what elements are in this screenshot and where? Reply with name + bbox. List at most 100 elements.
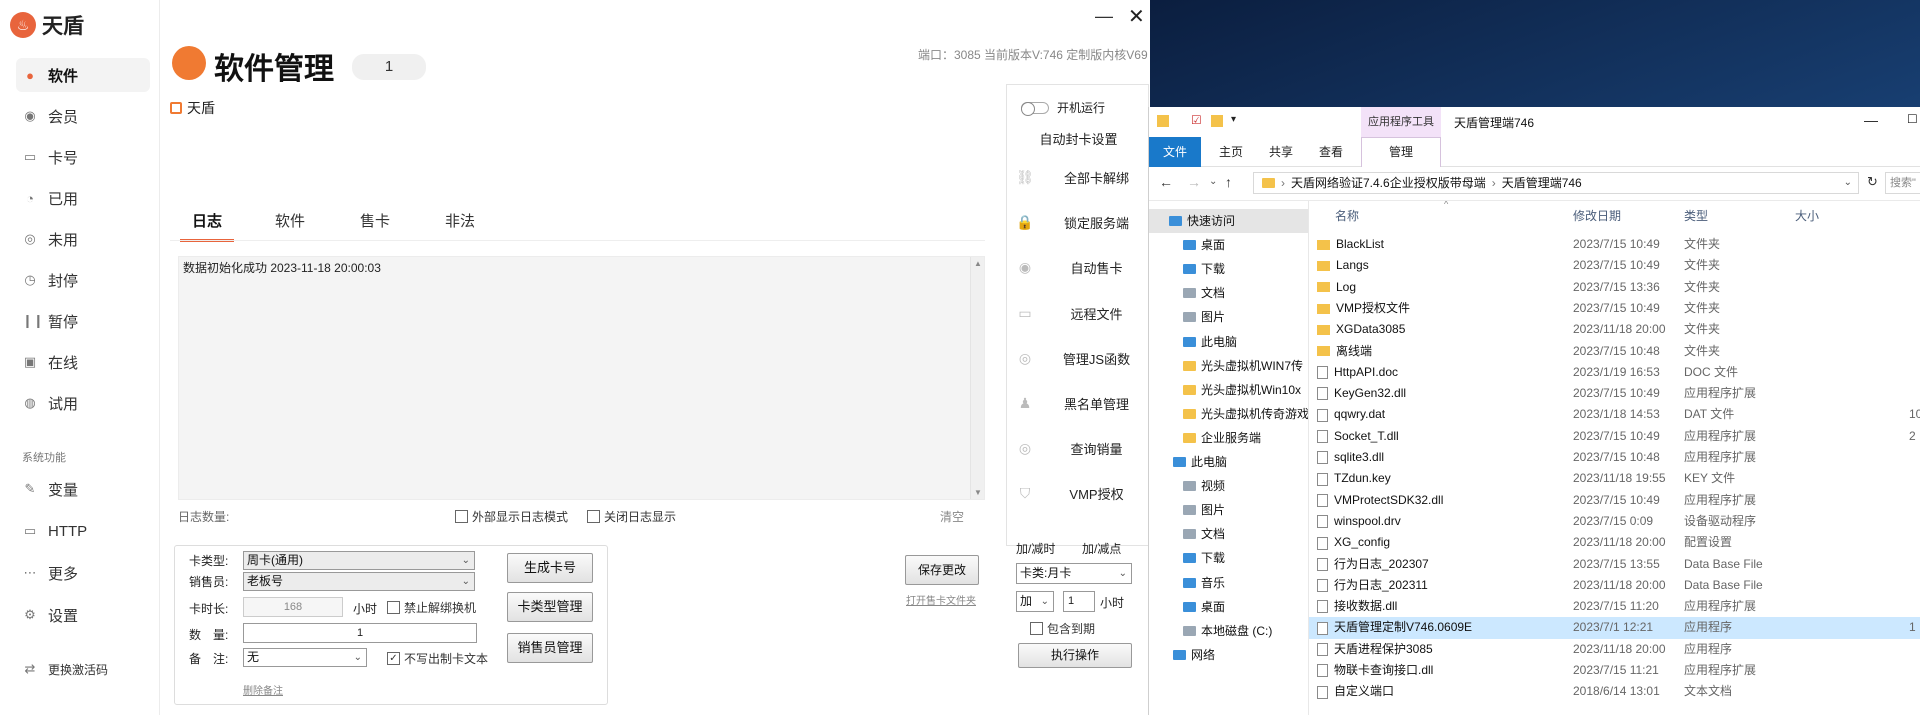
scroll-down-icon[interactable]: ▼ <box>974 488 982 497</box>
column-name[interactable]: 名称 <box>1335 207 1359 224</box>
clear-log-link[interactable]: 清空 <box>940 508 964 525</box>
file-row[interactable]: 天盾管理定制V746.0609E 2023/7/1 12:21 应用程序 1 <box>1309 617 1920 639</box>
ribbon-tab-file[interactable]: 文件 <box>1149 137 1201 167</box>
log-area[interactable]: 数据初始化成功 2023-11-18 20:00:03 ▲ ▼ <box>178 256 985 500</box>
nav-pane-item[interactable]: 文档 <box>1149 281 1308 305</box>
explorer-maximize-button[interactable]: ☐ <box>1907 112 1918 126</box>
sidebar-item-member[interactable]: ◉ 会员 <box>16 99 150 133</box>
sidebar-item-settings[interactable]: ⚙ 设置 <box>16 598 150 632</box>
nav-pane-item[interactable]: 光头虚拟机传奇游戏 <box>1149 402 1308 426</box>
back-icon[interactable]: ← <box>1159 174 1173 190</box>
nav-pane-item[interactable]: 桌面 <box>1149 233 1308 257</box>
no-write-card-text-checkbox[interactable]: ✓ 不写出制卡文本 <box>387 650 488 667</box>
execute-button[interactable]: 执行操作 <box>1018 643 1132 668</box>
right-action-auto-sell[interactable]: ◉ 自动售卡 <box>1007 245 1150 290</box>
minimize-button[interactable]: — <box>1095 6 1113 27</box>
nav-pane-item[interactable]: 此电脑 <box>1149 330 1308 354</box>
sidebar-item-software[interactable]: ● 软件 <box>16 58 150 92</box>
right-action-lock[interactable]: 🔒 锁定服务端 <box>1007 200 1150 245</box>
include-expired-checkbox[interactable]: 包含到期 <box>1030 620 1095 637</box>
right-action-query[interactable]: ◎ 查询销量 <box>1007 426 1150 471</box>
file-row[interactable]: XG_config 2023/11/18 20:00 配置设置 <box>1309 532 1920 553</box>
file-row[interactable]: sqlite3.dll 2023/7/15 10:48 应用程序扩展 <box>1309 447 1920 468</box>
quantity-input[interactable]: 1 <box>243 623 477 643</box>
tab-illegal[interactable]: 非法 <box>433 210 487 239</box>
external-log-mode-checkbox[interactable]: 外部显示日志模式 <box>455 508 568 525</box>
file-row[interactable]: 行为日志_202307 2023/7/15 13:55 Data Base File <box>1309 554 1920 575</box>
file-row[interactable]: 离线端 2023/7/15 10:48 文件夹 <box>1309 341 1920 362</box>
properties-icon[interactable]: ☑ <box>1191 113 1202 127</box>
quick-access-dropdown-icon[interactable]: ▾ <box>1231 114 1236 125</box>
recent-locations-icon[interactable]: ⌄ <box>1209 176 1217 187</box>
auto-ban-settings-button[interactable]: 自动封卡设置 <box>1007 129 1150 148</box>
card-type-manage-button[interactable]: 卡类型管理 <box>507 592 593 622</box>
file-row[interactable]: 物联卡查询接口.dll 2023/7/15 11:21 应用程序扩展 <box>1309 660 1920 681</box>
file-row[interactable]: HttpAPI.doc 2023/1/19 16:53 DOC 文件 <box>1309 362 1920 383</box>
file-row[interactable]: Langs 2023/7/15 10:49 文件夹 <box>1309 255 1920 276</box>
nav-pane-item[interactable]: 光头虚拟机WIN7传 <box>1149 354 1308 378</box>
note-select[interactable]: 无 ⌄ <box>243 648 367 667</box>
sidebar-item-unused[interactable]: ◎ 未用 <box>16 222 150 256</box>
column-size[interactable]: 大小 <box>1795 207 1819 224</box>
no-unbind-checkbox[interactable]: 禁止解绑换机 <box>387 599 476 616</box>
startup-toggle[interactable]: 开机运行 <box>1021 99 1105 116</box>
tab-log[interactable]: 日志 <box>180 210 235 242</box>
nav-pane-item[interactable]: 快速访问 <box>1149 209 1308 233</box>
tab-software[interactable]: 软件 <box>263 210 317 239</box>
ribbon-tab-manage[interactable]: 管理 <box>1361 137 1441 167</box>
card-type-filter-select[interactable]: 卡类:月卡 ⌄ <box>1016 563 1132 584</box>
right-action-blacklist[interactable]: ♟ 黑名单管理 <box>1007 381 1150 426</box>
nav-pane-item[interactable]: 本地磁盘 (C:) <box>1149 619 1308 643</box>
nav-pane-item[interactable]: 文档 <box>1149 522 1308 546</box>
forward-icon[interactable]: → <box>1187 174 1201 190</box>
refresh-icon[interactable]: ↻ <box>1867 174 1878 190</box>
address-bar[interactable]: › 天盾网络验证7.4.6企业授权版带母端 › 天盾管理端746 ⌄ <box>1253 172 1859 194</box>
new-folder-icon[interactable] <box>1211 115 1223 127</box>
file-row[interactable]: VMProtectSDK32.dll 2023/7/15 10:49 应用程序扩展 <box>1309 490 1920 511</box>
file-row[interactable]: 接收数据.dll 2023/7/15 11:20 应用程序扩展 <box>1309 596 1920 617</box>
open-card-folder-link[interactable]: 打开售卡文件夹 <box>906 592 976 607</box>
seller-select[interactable]: 老板号 ⌄ <box>243 572 475 591</box>
up-icon[interactable]: ↑ <box>1225 174 1232 190</box>
right-action-unlink[interactable]: ⛓ 全部卡解绑 <box>1007 155 1150 200</box>
sidebar-item-card[interactable]: ▭ 卡号 <box>16 140 150 174</box>
nav-pane-item[interactable]: 桌面 <box>1149 595 1308 619</box>
sidebar-item-trial[interactable]: ◍ 试用 <box>16 386 150 420</box>
file-row[interactable]: VMP授权文件 2023/7/15 10:49 文件夹 <box>1309 298 1920 319</box>
sidebar-item-more[interactable]: ⋯ 更多 <box>16 556 150 590</box>
nav-pane-item[interactable]: 光头虚拟机Win10x <box>1149 378 1308 402</box>
file-row[interactable]: KeyGen32.dll 2023/7/15 10:49 应用程序扩展 <box>1309 383 1920 404</box>
generate-card-button[interactable]: 生成卡号 <box>507 553 593 583</box>
ribbon-tab-view[interactable]: 查看 <box>1319 143 1343 160</box>
sidebar-item-used[interactable]: ◔ 已用 <box>16 181 150 215</box>
close-button[interactable]: ✕ <box>1128 4 1145 29</box>
breadcrumb-item[interactable]: 天盾管理端746 <box>1502 173 1582 193</box>
sidebar-item-ban[interactable]: ◷ 封停 <box>16 263 150 297</box>
breadcrumb-item[interactable]: 天盾网络验证7.4.6企业授权版带母端 <box>1291 173 1486 193</box>
nav-pane-item[interactable]: 网络 <box>1149 643 1308 667</box>
save-changes-button[interactable]: 保存更改 <box>905 555 979 585</box>
ribbon-tab-share[interactable]: 共享 <box>1269 143 1293 160</box>
sidebar-item-variable[interactable]: ✎ 变量 <box>16 472 150 506</box>
address-dropdown-icon[interactable]: ⌄ <box>1844 173 1852 193</box>
nav-pane-item[interactable]: 图片 <box>1149 498 1308 522</box>
column-type[interactable]: 类型 <box>1684 207 1708 224</box>
file-row[interactable]: winspool.drv 2023/7/15 0:09 设备驱动程序 <box>1309 511 1920 532</box>
file-row[interactable]: 行为日志_202311 2023/11/18 20:00 Data Base Fil… <box>1309 575 1920 596</box>
duration-input[interactable]: 168 <box>243 597 343 617</box>
nav-pane-item[interactable]: 图片 <box>1149 305 1308 329</box>
log-scrollbar[interactable]: ▲ ▼ <box>970 257 984 499</box>
nav-pane-item[interactable]: 视频 <box>1149 474 1308 498</box>
nav-pane-item[interactable]: 音乐 <box>1149 571 1308 595</box>
sidebar-item-online[interactable]: ▣ 在线 <box>16 345 150 379</box>
ribbon-tab-home[interactable]: 主页 <box>1219 143 1243 160</box>
explorer-minimize-button[interactable]: — <box>1864 112 1878 128</box>
sidebar-item-http[interactable]: ▭ HTTP <box>16 514 150 548</box>
close-log-checkbox[interactable]: 关闭日志显示 <box>587 508 676 525</box>
operation-select[interactable]: 加 ⌄ <box>1016 591 1054 612</box>
file-row[interactable]: TZdun.key 2023/11/18 19:55 KEY 文件 <box>1309 468 1920 489</box>
software-name[interactable]: 天盾 <box>170 98 215 118</box>
search-input[interactable]: 搜索" <box>1885 172 1920 194</box>
file-row[interactable]: XGData3085 2023/11/18 20:00 文件夹 <box>1309 319 1920 340</box>
toggle-switch[interactable] <box>1021 101 1049 116</box>
